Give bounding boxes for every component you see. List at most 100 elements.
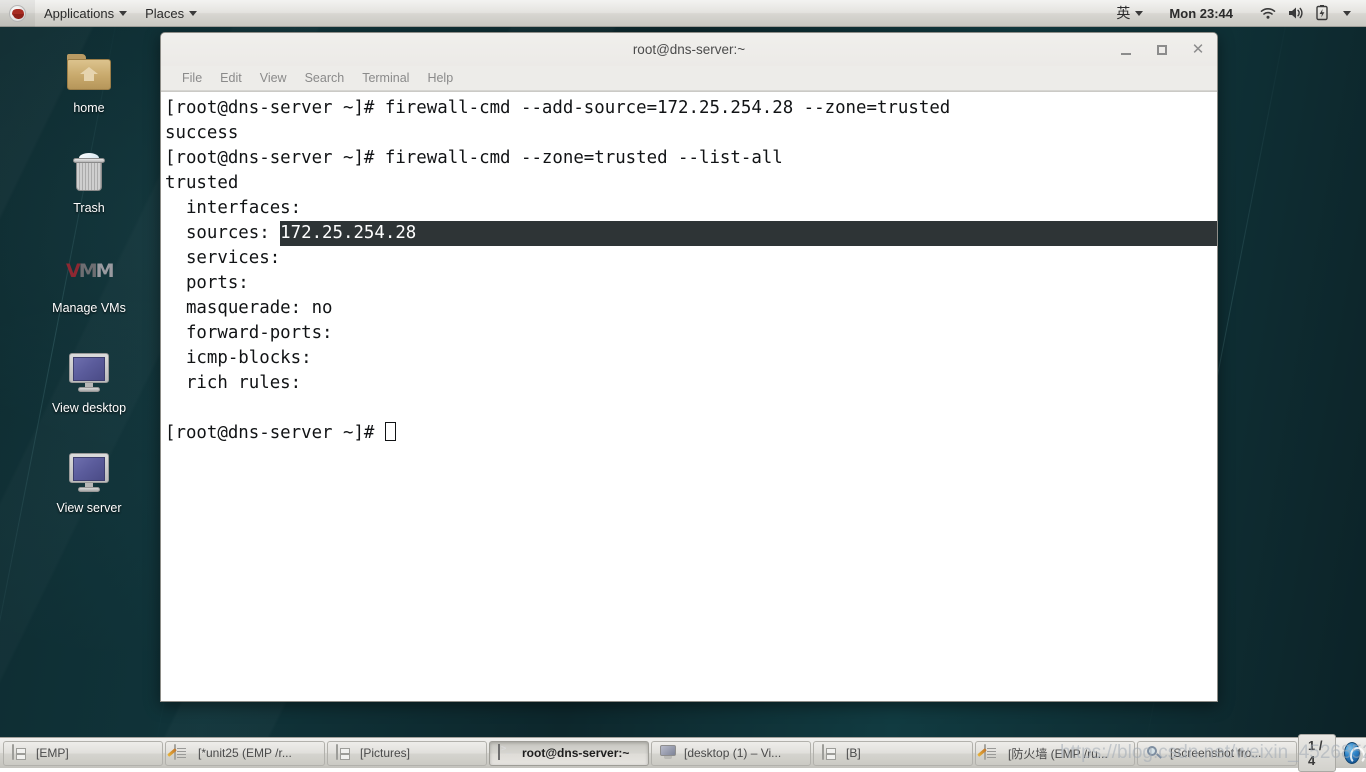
taskbar-item-label: [desktop (1) – Vi...: [684, 746, 781, 760]
vmware-logo-icon: VMM: [63, 250, 115, 298]
redhat-logo-button[interactable]: [0, 0, 35, 27]
battery-icon: [1315, 5, 1333, 21]
taskbar-right-area: 1 / 4: [1298, 734, 1364, 772]
menu-file[interactable]: File: [173, 68, 211, 88]
desktop-icon-manage-vms[interactable]: VMM Manage VMs: [33, 250, 145, 315]
terminal-line-text: forward-ports:: [165, 323, 343, 343]
taskbar: [EMP] [*unit25 (EMP /r... [Pictures] root@d…: [0, 737, 1366, 768]
terminal-line-text: icmp-blocks:: [165, 348, 322, 368]
terminal-line-text: interfaces:: [165, 198, 312, 218]
taskbar-item-label: [*unit25 (EMP /r...: [198, 746, 292, 760]
menu-view[interactable]: View: [251, 68, 296, 88]
desktop-icon-label: View desktop: [52, 401, 126, 415]
taskbar-item-label: [EMP]: [36, 746, 69, 760]
terminal-line-text: [root@dns-server ~]# firewall-cmd --zone…: [165, 148, 783, 168]
blue-orb-icon[interactable]: [1344, 742, 1360, 764]
taskbar-item[interactable]: [B]: [813, 741, 973, 766]
maximize-button[interactable]: [1151, 39, 1173, 61]
monitor-icon: [63, 350, 115, 398]
top-panel: Applications Places 英 Mon 23:44: [0, 0, 1366, 27]
terminal-line-text: [root@dns-server ~]#: [165, 423, 385, 443]
text-editor-icon: [984, 745, 1001, 762]
taskbar-item-label: [B]: [846, 746, 861, 760]
terminal-line-text: sources:: [165, 223, 280, 243]
menu-terminal[interactable]: Terminal: [353, 68, 418, 88]
taskbar-item-label: [Screenshot fro...: [1170, 746, 1261, 760]
file-manager-icon: [336, 745, 353, 762]
desktop-icon-home[interactable]: home: [33, 50, 145, 115]
taskbar-item-label: root@dns-server:~: [522, 746, 629, 760]
terminal-titlebar[interactable]: root@dns-server:~ ✕: [161, 33, 1217, 66]
taskbar-item[interactable]: [EMP]: [3, 741, 163, 766]
terminal-line: masquerade: no: [165, 296, 1217, 321]
workspace-switcher[interactable]: 1 / 4: [1298, 734, 1336, 772]
file-manager-icon: [822, 745, 839, 762]
desktop-icon-view-server[interactable]: View server: [33, 450, 145, 515]
menu-search[interactable]: Search: [296, 68, 354, 88]
volume-icon: [1287, 5, 1305, 21]
taskbar-item[interactable]: [防火墙 (EMP /ru...: [975, 741, 1135, 766]
places-menu-label: Places: [145, 6, 184, 21]
desktop-icon-label: View server: [56, 501, 121, 515]
menu-edit[interactable]: Edit: [211, 68, 251, 88]
taskbar-item[interactable]: root@dns-server:~: [489, 741, 649, 766]
applications-menu[interactable]: Applications: [35, 0, 136, 27]
desktop-icon-label: Trash: [73, 201, 105, 215]
window-title: root@dns-server:~: [633, 42, 745, 57]
menu-help[interactable]: Help: [418, 68, 462, 88]
monitor-icon: [660, 745, 677, 762]
trash-icon: [63, 150, 115, 198]
terminal-line: interfaces:: [165, 196, 1217, 221]
terminal-line: success: [165, 121, 1217, 146]
terminal-line: ports:: [165, 271, 1217, 296]
taskbar-item-label: [Pictures]: [360, 746, 410, 760]
chevron-down-icon: [1135, 11, 1143, 16]
applications-menu-label: Applications: [44, 6, 114, 21]
system-tray[interactable]: [1250, 0, 1360, 27]
terminal-line-text: success: [165, 123, 238, 143]
close-button[interactable]: ✕: [1187, 39, 1209, 61]
terminal-icon: [498, 745, 515, 762]
file-manager-icon: [12, 745, 29, 762]
chevron-down-icon: [119, 11, 127, 16]
terminal-line-text: services:: [165, 248, 291, 268]
terminal-selected-text[interactable]: 172.25.254.28: [280, 221, 1217, 246]
terminal-output[interactable]: [root@dns-server ~]# firewall-cmd --add-…: [161, 92, 1217, 701]
desktop-icon-view-desktop[interactable]: View desktop: [33, 350, 145, 415]
terminal-line-text: ports:: [165, 273, 259, 293]
taskbar-item[interactable]: [Pictures]: [327, 741, 487, 766]
terminal-line: [165, 396, 1217, 421]
terminal-line: [root@dns-server ~]# firewall-cmd --add-…: [165, 96, 1217, 121]
terminal-line-text: masquerade: no: [165, 298, 333, 318]
minimize-button[interactable]: [1115, 39, 1137, 61]
terminal-window: root@dns-server:~ ✕ File Edit View Searc…: [160, 32, 1218, 702]
terminal-line-text: trusted: [165, 173, 238, 193]
terminal-cursor: [385, 422, 396, 441]
top-panel-status-area: 英 Mon 23:44: [1107, 0, 1366, 27]
window-controls: ✕: [1115, 33, 1209, 66]
text-editor-icon: [174, 745, 191, 762]
terminal-line: rich rules:: [165, 371, 1217, 396]
desktop-icon-label: Manage VMs: [52, 301, 126, 315]
system-menu-caret-icon: [1343, 11, 1351, 16]
search-icon: [1146, 745, 1163, 762]
terminal-body[interactable]: [root@dns-server ~]# firewall-cmd --add-…: [161, 91, 1217, 701]
redhat-logo-icon: [9, 5, 26, 22]
taskbar-item[interactable]: [Screenshot fro...: [1137, 741, 1297, 766]
taskbar-item[interactable]: [*unit25 (EMP /r...: [165, 741, 325, 766]
folder-home-icon: [63, 50, 115, 98]
monitor-icon: [63, 450, 115, 498]
clock-label: Mon 23:44: [1161, 6, 1241, 21]
places-menu[interactable]: Places: [136, 0, 206, 27]
terminal-line: forward-ports:: [165, 321, 1217, 346]
taskbar-item[interactable]: [desktop (1) – Vi...: [651, 741, 811, 766]
input-method-indicator[interactable]: 英: [1107, 0, 1152, 27]
chevron-down-icon: [189, 11, 197, 16]
terminal-line: services:: [165, 246, 1217, 271]
terminal-line: trusted: [165, 171, 1217, 196]
taskbar-item-label: [防火墙 (EMP /ru...: [1008, 745, 1108, 762]
taskbar-window-list: [EMP] [*unit25 (EMP /r... [Pictures] root@d…: [2, 741, 1298, 766]
clock[interactable]: Mon 23:44: [1152, 0, 1250, 27]
terminal-menubar: File Edit View Search Terminal Help: [161, 66, 1217, 91]
desktop-icon-trash[interactable]: Trash: [33, 150, 145, 215]
